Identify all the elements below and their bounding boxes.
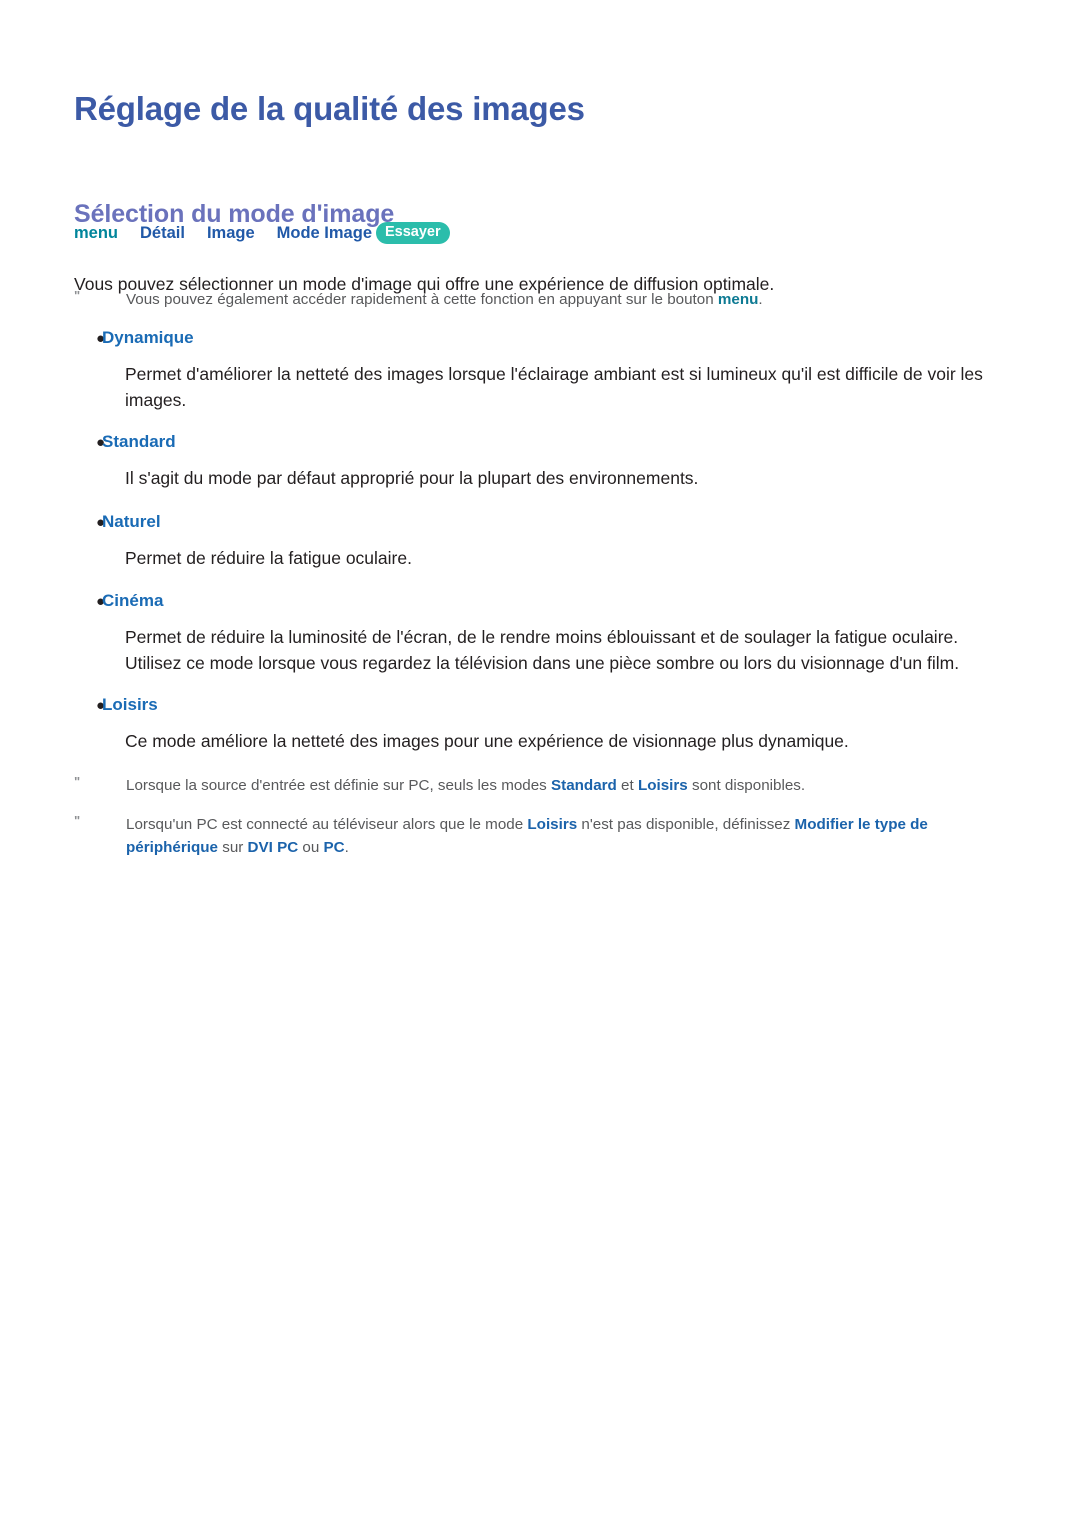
- breadcrumb: menu Détail Image Mode Image Essayer: [74, 222, 450, 244]
- note-pc-connected-bold-pc: PC: [323, 839, 345, 857]
- note-intro-text: Vous pouvez également accéder rapidement…: [126, 288, 1004, 311]
- mode-item-dynamique: ● Dynamique Permet d'améliorer la nettet…: [74, 327, 1004, 414]
- breadcrumb-item-image[interactable]: Image: [207, 225, 255, 242]
- breadcrumb-item-menu[interactable]: menu: [74, 225, 118, 242]
- mode-item-loisirs: ● Loisirs Ce mode améliore la netteté de…: [74, 694, 1004, 755]
- mode-label-loisirs: Loisirs: [102, 695, 158, 714]
- mode-description-cinema: Permet de réduire la luminosité de l'écr…: [125, 626, 960, 673]
- mode-heading: ● Dynamique: [74, 327, 1004, 349]
- mode-heading: ● Cinéma: [74, 590, 1004, 612]
- note-intro-emphasis: menu: [717, 291, 759, 308]
- bullet-icon: ●: [96, 330, 106, 347]
- note-pc-connected-part4: ou: [298, 839, 324, 857]
- note-pc-modes: " Lorsque la source d'entrée est définie…: [74, 774, 1004, 797]
- note-intro: " Vous pouvez également accéder rapideme…: [74, 288, 1004, 311]
- note-pc-modes-part3: sont disponibles.: [687, 777, 806, 794]
- mode-label-cinema: Cinéma: [102, 591, 164, 610]
- page-title: Réglage de la qualité des images: [74, 90, 585, 128]
- mode-label-standard: Standard: [102, 432, 176, 451]
- note-pc-connected-text: Lorsqu'un PC est connecté au téléviseur …: [126, 813, 1004, 859]
- mode-label-dynamique: Dynamique: [102, 328, 194, 347]
- mode-heading: ● Naturel: [74, 511, 1004, 533]
- note-pc-connected: " Lorsqu'un PC est connecté au téléviseu…: [74, 813, 1004, 859]
- document-page: Réglage de la qualité des images Sélecti…: [0, 0, 1080, 1527]
- mode-description-loisirs: Ce mode améliore la netteté des images p…: [125, 730, 849, 751]
- breadcrumb-item-mode-image[interactable]: Mode Image: [277, 225, 372, 242]
- mode-item-standard: ● Standard Il s'agit du mode par défaut …: [74, 431, 1004, 492]
- note-pc-modes-bold-loisirs: Loisirs: [637, 777, 688, 794]
- mode-heading: ● Standard: [74, 431, 1004, 453]
- mode-description-naturel: Permet de réduire la fatigue oculaire.: [125, 547, 412, 568]
- note-intro-text-before: Vous pouvez également accéder rapidement…: [126, 291, 718, 308]
- note-pc-modes-part2: et: [616, 777, 638, 794]
- breadcrumb-item-detail[interactable]: Détail: [140, 225, 185, 242]
- mode-description-standard: Il s'agit du mode par défaut approprié p…: [125, 467, 699, 488]
- note-mark-icon: ": [74, 774, 81, 789]
- note-pc-connected-bold-dvi-pc: DVI PC: [247, 839, 299, 857]
- note-pc-connected-part1: Lorsqu'un PC est connecté au téléviseur …: [126, 816, 528, 833]
- note-pc-connected-part3: sur: [218, 839, 248, 857]
- note-mark-icon: ": [74, 813, 81, 828]
- note-pc-modes-text: Lorsque la source d'entrée est définie s…: [126, 774, 1004, 797]
- try-it-badge[interactable]: Essayer: [376, 222, 450, 244]
- note-intro-text-after: .: [758, 291, 763, 308]
- bullet-icon: ●: [96, 514, 106, 531]
- mode-item-naturel: ● Naturel Permet de réduire la fatigue o…: [74, 511, 1004, 572]
- mode-description-dynamique: Permet d'améliorer la netteté des images…: [125, 363, 983, 410]
- mode-heading: ● Loisirs: [74, 694, 1004, 716]
- note-pc-modes-bold-standard: Standard: [551, 777, 617, 794]
- bullet-icon: ●: [96, 434, 106, 451]
- bullet-icon: ●: [96, 697, 106, 714]
- note-pc-modes-part1: Lorsque la source d'entrée est définie s…: [126, 777, 551, 794]
- mode-label-naturel: Naturel: [102, 512, 161, 531]
- mode-item-cinema: ● Cinéma Permet de réduire la luminosité…: [74, 590, 1004, 677]
- note-mark-icon: ": [74, 288, 81, 303]
- note-pc-connected-part5: .: [344, 839, 349, 857]
- note-pc-connected-part2: n'est pas disponible, définissez: [577, 816, 795, 833]
- note-pc-connected-bold-loisirs: Loisirs: [527, 816, 578, 833]
- bullet-icon: ●: [96, 593, 106, 610]
